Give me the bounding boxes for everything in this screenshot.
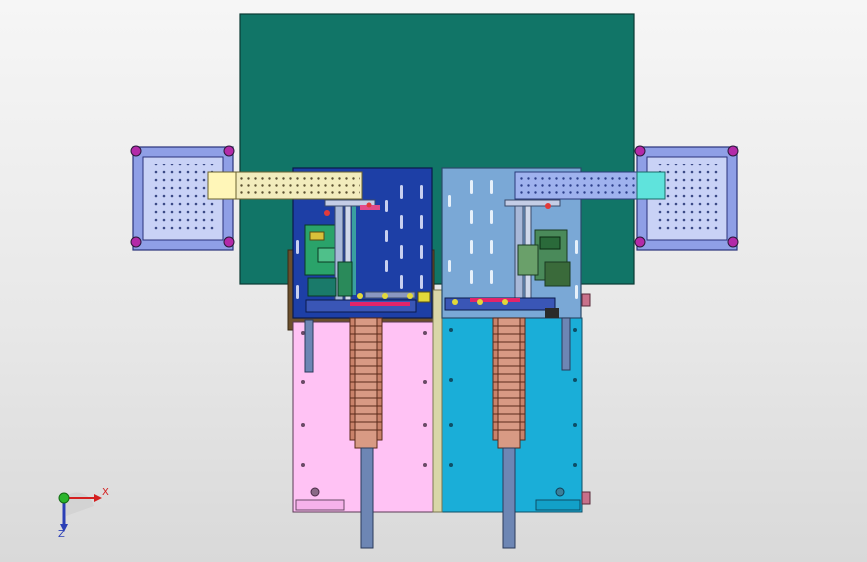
right-gear-stack[interactable]	[492, 317, 526, 549]
axis-z-label: Z	[58, 529, 65, 540]
conveyor-right[interactable]	[514, 171, 666, 200]
left-gear-stack[interactable]	[349, 317, 383, 549]
axis-x-arrowhead-icon	[94, 494, 102, 502]
right-cylinder	[561, 317, 571, 371]
orientation-triad[interactable]: X Z	[46, 482, 116, 546]
origin-sphere-icon	[58, 492, 70, 504]
conveyor-left[interactable]	[207, 171, 363, 200]
center-divider	[432, 289, 443, 513]
assembly-model[interactable]	[0, 0, 867, 562]
cad-viewport[interactable]: X Z	[0, 0, 867, 562]
right-connector-bottom	[581, 491, 591, 505]
right-connector-top	[581, 293, 591, 307]
origin-shadow-icon	[66, 492, 94, 516]
axis-x-label: X	[102, 487, 109, 498]
left-cylinder	[304, 319, 314, 373]
